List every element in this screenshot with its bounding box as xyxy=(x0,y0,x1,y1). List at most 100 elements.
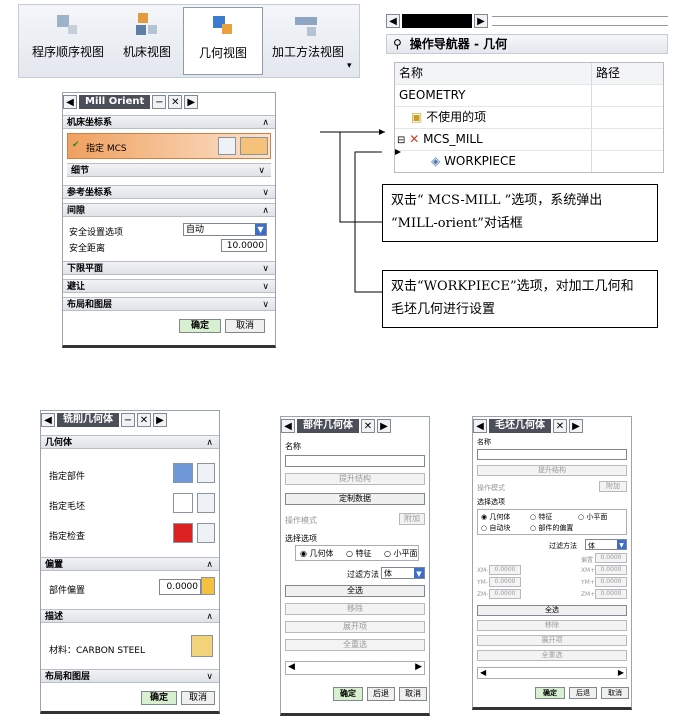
op-mode-label: 操作模式 xyxy=(477,484,505,492)
cancel-button[interactable]: 取消 xyxy=(399,687,427,701)
dialog-titlebar: ◀ 铣削几何体 − ✕ ▶ xyxy=(41,411,221,429)
nav-right-arrow-icon[interactable]: ▶ xyxy=(569,419,583,433)
nav-left-arrow-icon[interactable]: ◀ xyxy=(473,419,487,433)
name-input[interactable] xyxy=(285,455,425,467)
radio-offset-part[interactable]: ○ 部件的偏置 xyxy=(530,523,573,533)
chevron-down-icon: ▼ xyxy=(414,568,424,578)
name-label: 名称 xyxy=(477,438,491,446)
expand-items-button[interactable]: 展开项 xyxy=(477,635,627,646)
close-icon[interactable]: ✕ xyxy=(137,413,151,427)
ym-plus-input[interactable]: 0.0000 xyxy=(595,577,627,587)
promote-structure-button[interactable]: 提升结构 xyxy=(285,473,425,485)
section-geometry[interactable]: 几何体 ∧ xyxy=(41,435,219,449)
zm-minus-input[interactable]: 0.0000 xyxy=(489,589,521,599)
expand-items-button[interactable]: 展开项 xyxy=(285,621,425,633)
callout-text: “MILL-orient”对话框 xyxy=(391,216,523,231)
safety-option-select[interactable]: 自动 ▼ xyxy=(183,223,267,236)
cancel-button[interactable]: 取消 xyxy=(601,687,629,699)
horizontal-scrollbar[interactable]: ◀ ▶ xyxy=(285,661,425,675)
check-icon: ✔ xyxy=(72,140,80,150)
op-mode-select[interactable]: 附加 xyxy=(599,481,627,492)
filter-select[interactable]: 体 ▼ xyxy=(381,567,425,579)
part-select-icon[interactable] xyxy=(173,463,193,483)
nav-left-arrow-icon[interactable]: ◀ xyxy=(281,419,295,433)
nav-left-arrow-icon[interactable]: ◀ xyxy=(63,95,77,109)
filter-select[interactable]: 体 ▼ xyxy=(585,539,627,550)
select-all-button[interactable]: 全选 xyxy=(477,605,627,616)
blank-select-icon[interactable] xyxy=(173,493,193,513)
callout-text: 双击“WORKPIECE”选项，对加工几何和 xyxy=(391,279,634,294)
remove-button[interactable]: 移除 xyxy=(285,603,425,615)
close-icon[interactable]: ✕ xyxy=(361,419,375,433)
lock-icon[interactable] xyxy=(201,577,215,595)
safety-option-label: 安全设置选项 xyxy=(69,228,124,238)
radio-geometry[interactable]: ◉ 几何体 xyxy=(300,548,334,559)
radio-geometry[interactable]: ◉ 几何体 xyxy=(481,512,510,522)
ok-button[interactable]: 确定 xyxy=(333,687,363,701)
nav-right-arrow-icon[interactable]: ▶ xyxy=(184,95,199,109)
part-offset-input[interactable]: 0.0000 xyxy=(159,579,201,595)
safety-distance-input[interactable]: 10.0000 xyxy=(221,239,267,252)
section-avoidance[interactable]: 避让 ∨ xyxy=(63,279,275,293)
cancel-button[interactable]: 取消 xyxy=(181,691,215,705)
ok-button[interactable]: 确定 xyxy=(179,319,221,333)
check-display-icon[interactable] xyxy=(197,523,215,543)
section-lower-plane[interactable]: 下限平面 ∨ xyxy=(63,261,275,275)
radio-autoblock[interactable]: ○ 自动块 xyxy=(481,523,510,533)
radio-facet[interactable]: ○ 小平面 xyxy=(578,512,607,522)
specify-part-label: 指定部件 xyxy=(49,472,86,482)
back-button[interactable]: 后退 xyxy=(569,687,597,699)
section-ref-csys[interactable]: 参考坐标系 ∨ xyxy=(63,185,275,199)
minimize-icon[interactable]: − xyxy=(121,413,135,427)
minimize-icon[interactable]: − xyxy=(152,95,167,109)
nav-right-arrow-icon[interactable]: ▶ xyxy=(377,419,391,433)
reselect-all-button[interactable]: 全重选 xyxy=(477,650,627,661)
radio-feature[interactable]: ○ 特征 xyxy=(346,548,372,559)
radio-facet[interactable]: ○ 小平面 xyxy=(384,548,418,559)
close-icon[interactable]: ✕ xyxy=(553,419,567,433)
ok-button[interactable]: 确定 xyxy=(141,691,177,705)
reselect-all-button[interactable]: 全重选 xyxy=(285,639,425,651)
offset-input[interactable]: 0.0000 xyxy=(595,553,627,563)
section-offset[interactable]: 偏置 ∧ xyxy=(41,557,219,571)
section-details[interactable]: 细节 ∨ xyxy=(67,163,271,177)
horizontal-scrollbar[interactable]: ◀ ▶ xyxy=(477,667,627,679)
part-display-icon[interactable] xyxy=(197,463,215,483)
ok-button[interactable]: 确定 xyxy=(535,687,565,699)
op-mode-label: 操作模式 xyxy=(285,516,317,525)
back-button[interactable]: 后退 xyxy=(367,687,395,701)
ym-minus-input[interactable]: 0.0000 xyxy=(489,577,521,587)
section-machine-csys[interactable]: 机床坐标系 ∧ xyxy=(63,115,275,129)
promote-structure-button[interactable]: 提升结构 xyxy=(477,465,627,476)
xm-plus-label: XM+ xyxy=(581,567,596,574)
xm-plus-input[interactable]: 0.0000 xyxy=(595,565,627,575)
zm-plus-input[interactable]: 0.0000 xyxy=(595,589,627,599)
section-description[interactable]: 描述 ∧ xyxy=(41,609,219,623)
op-mode-select[interactable]: 附加 xyxy=(399,513,425,525)
name-input[interactable] xyxy=(477,449,627,460)
section-clearance[interactable]: 间隙 ∧ xyxy=(63,203,275,217)
xm-minus-input[interactable]: 0.0000 xyxy=(489,565,521,575)
select-options-group: ◉ 几何体 ○ 特征 ○ 小平面 ○ 自动块 ○ 部件的偏置 xyxy=(477,509,627,535)
section-layout-layers[interactable]: 布局和图层 ∨ xyxy=(41,669,219,683)
radio-feature[interactable]: ○ 特征 xyxy=(530,512,552,522)
cancel-button[interactable]: 取消 xyxy=(225,319,265,333)
offset-label: 偏置 xyxy=(581,557,594,564)
nav-left-arrow-icon[interactable]: ◀ xyxy=(41,413,55,427)
dialog-title: 部件几何体 xyxy=(297,419,359,433)
custom-data-button[interactable]: 定制数据 xyxy=(285,493,425,505)
blank-display-icon[interactable] xyxy=(197,493,215,513)
material-wrench-icon[interactable] xyxy=(191,635,213,657)
section-layout-layers[interactable]: 布局和图层 ∨ xyxy=(63,297,275,311)
csys-dialog-icon[interactable] xyxy=(218,137,236,155)
remove-button[interactable]: 移除 xyxy=(477,620,627,631)
close-icon[interactable]: ✕ xyxy=(168,95,183,109)
chevron-down-icon: ▼ xyxy=(617,540,626,549)
csys-dropdown-icon[interactable] xyxy=(240,137,268,155)
blank-geometry-dialog: ◀ 毛坯几何体 ✕ ▶ 名称 提升结构 操作模式 附加 选择选项 ◉ 几何体 ○… xyxy=(472,416,632,710)
specify-mcs-row[interactable]: ✔ 指定 MCS xyxy=(67,133,271,159)
nav-right-arrow-icon[interactable]: ▶ xyxy=(153,413,167,427)
specify-blank-label: 指定毛坯 xyxy=(49,502,86,512)
select-all-button[interactable]: 全选 xyxy=(285,585,425,597)
check-select-icon[interactable] xyxy=(173,523,193,543)
